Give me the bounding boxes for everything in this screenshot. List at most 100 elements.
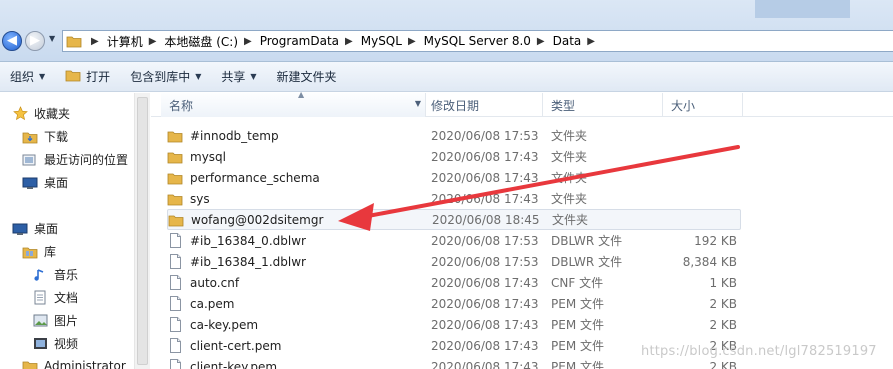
file-row[interactable]: #ib_16384_1.dblwr 2020/06/08 17:53 DBLWR 文…	[167, 251, 741, 272]
file-date: 2020/06/08 17:43	[431, 275, 539, 290]
file-name: sys	[190, 191, 210, 206]
nav-pictures[interactable]: 图片	[32, 312, 78, 329]
breadcrumb-computer[interactable]: 计算机 ▶	[107, 33, 165, 50]
breadcrumb-mysql-server[interactable]: MySQL Server 8.0 ▶	[424, 34, 553, 48]
open-button[interactable]: 打开	[55, 65, 120, 89]
breadcrumb-data[interactable]: Data ▶	[553, 34, 603, 48]
organize-menu[interactable]: 组织 ▼	[0, 65, 55, 89]
include-in-library-menu[interactable]: 包含到库中 ▼	[120, 65, 211, 89]
folder-icon	[167, 128, 183, 144]
file-row[interactable]: ca.pem 2020/06/08 17:43 PEM 文件 2 KB	[167, 293, 741, 314]
nav-administrator[interactable]: Administrator	[22, 358, 126, 369]
nav-downloads[interactable]: 下载	[22, 128, 68, 145]
file-size: 2 KB	[709, 296, 737, 311]
chevron-down-icon: ▼	[39, 72, 46, 81]
column-date-modified[interactable]: 修改日期	[423, 93, 543, 117]
breadcrumb-separator[interactable]: ▶	[85, 36, 107, 47]
folder-row[interactable]: #innodb_temp 2020/06/08 17:53 文件夹	[167, 125, 741, 146]
nav-label: 图片	[54, 314, 79, 328]
pictures-icon	[32, 313, 48, 329]
share-label: 共享	[221, 70, 246, 84]
nav-label: 视频	[54, 337, 79, 351]
column-label: 名称	[169, 98, 194, 113]
music-note-icon	[32, 267, 48, 283]
nav-desktop[interactable]: 桌面	[12, 220, 58, 237]
nav-favorites[interactable]: 收藏夹	[12, 105, 70, 122]
share-menu[interactable]: 共享 ▼	[211, 65, 266, 89]
file-name-cell[interactable]: auto.cnf	[167, 275, 239, 291]
file-type: 文件夹	[551, 171, 588, 185]
recent-places-icon	[22, 152, 38, 168]
breadcrumb-c-drive[interactable]: 本地磁盘 (C:) ▶	[164, 33, 259, 50]
nav-label: 最近访问的位置	[44, 153, 129, 167]
file-name-cell[interactable]: client-key.pem	[167, 359, 277, 369]
file-name: #innodb_temp	[190, 128, 279, 143]
nav-label: 音乐	[54, 268, 79, 282]
file-size: 192 KB	[694, 233, 737, 248]
nav-desktop-favorite[interactable]: 桌面	[22, 174, 68, 191]
nav-recent-places[interactable]: 最近访问的位置	[22, 151, 128, 168]
folder-row[interactable]: wofang@002dsitemgr 2020/06/08 18:45 文件夹	[167, 209, 741, 230]
video-icon	[32, 336, 48, 352]
breadcrumb-programdata[interactable]: ProgramData ▶	[260, 34, 361, 48]
column-size[interactable]: 大小	[663, 93, 743, 117]
file-name-cell[interactable]: ca-key.pem	[167, 317, 258, 333]
file-type: PEM 文件	[551, 318, 604, 332]
file-size: 2 KB	[709, 359, 737, 369]
file-name-cell[interactable]: #ib_16384_1.dblwr	[167, 254, 306, 270]
file-name: client-cert.pem	[190, 338, 282, 353]
nav-label: 文档	[54, 291, 79, 305]
folder-icon	[168, 212, 184, 228]
file-name-cell[interactable]: ca.pem	[167, 296, 234, 312]
file-name-cell[interactable]: #innodb_temp	[167, 128, 279, 144]
breadcrumb-mysql[interactable]: MySQL ▶	[361, 34, 424, 48]
column-header-row: 名称 ▲ ▼ 修改日期 类型 大小	[151, 90, 893, 117]
library-icon	[22, 244, 38, 260]
file-type: CNF 文件	[551, 276, 604, 290]
file-row[interactable]: auto.cnf 2020/06/08 17:43 CNF 文件 1 KB	[167, 272, 741, 293]
new-folder-label: 新建文件夹	[276, 70, 337, 84]
scrollbar-thumb[interactable]	[137, 97, 148, 365]
file-name: performance_schema	[190, 170, 320, 185]
file-name-cell[interactable]: #ib_16384_0.dblwr	[167, 233, 306, 249]
file-name: ca-key.pem	[190, 317, 259, 332]
column-name[interactable]: 名称 ▲ ▼	[161, 90, 426, 117]
navigation-scrollbar[interactable]	[134, 93, 150, 369]
file-row[interactable]: #ib_16384_0.dblwr 2020/06/08 17:53 DBLWR 文…	[167, 230, 741, 251]
nav-documents[interactable]: 文档	[32, 289, 78, 306]
file-type: 文件夹	[551, 150, 588, 164]
address-bar[interactable]: ▶ 计算机 ▶ 本地磁盘 (C:) ▶ ProgramData ▶ MySQL ▶ My…	[62, 30, 893, 52]
file-name-cell[interactable]: wofang@002dsitemgr	[168, 212, 323, 228]
file-name-cell[interactable]: mysql	[167, 149, 226, 165]
folder-icon	[167, 149, 183, 165]
chevron-down-icon[interactable]: ▼	[415, 99, 421, 108]
file-name: #ib_16384_1.dblwr	[190, 254, 306, 269]
file-name-cell[interactable]: sys	[167, 191, 210, 207]
file-name: wofang@002dsitemgr	[191, 212, 324, 227]
column-type[interactable]: 类型	[543, 93, 663, 117]
file-name: client-key.pem	[190, 359, 278, 369]
file-icon	[167, 296, 183, 312]
folder-row[interactable]: mysql 2020/06/08 17:43 文件夹	[167, 146, 741, 167]
watermark: https://blog.csdn.net/lgl782519197	[641, 344, 877, 359]
nav-label: Administrator	[44, 359, 126, 369]
file-date: 2020/06/08 17:43	[431, 191, 539, 206]
file-icon	[167, 275, 183, 291]
file-name-cell[interactable]: performance_schema	[167, 170, 320, 186]
folder-row[interactable]: sys 2020/06/08 17:43 文件夹	[167, 188, 741, 209]
file-name-cell[interactable]: client-cert.pem	[167, 338, 281, 354]
new-folder-button[interactable]: 新建文件夹	[267, 65, 347, 89]
nav-videos[interactable]: 视频	[32, 335, 78, 352]
file-row[interactable]: ca-key.pem 2020/06/08 17:43 PEM 文件 2 KB	[167, 314, 741, 335]
recent-pages-dropdown[interactable]: ▼	[49, 34, 59, 46]
folder-row[interactable]: performance_schema 2020/06/08 17:43 文件夹	[167, 167, 741, 188]
back-button[interactable]: ◀	[2, 31, 22, 51]
file-date: 2020/06/08 17:53	[431, 254, 539, 269]
nav-libraries[interactable]: 库	[22, 243, 56, 260]
include-in-library-label: 包含到库中	[130, 70, 191, 84]
nav-music[interactable]: 音乐	[32, 266, 78, 283]
document-icon	[32, 290, 48, 306]
column-label: 类型	[551, 98, 576, 113]
column-label: 修改日期	[431, 98, 480, 113]
forward-button[interactable]: ▶	[25, 31, 45, 51]
